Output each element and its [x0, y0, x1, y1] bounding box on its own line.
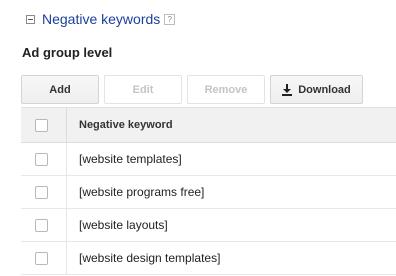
column-divider	[66, 242, 67, 274]
column-divider	[66, 176, 67, 208]
add-button[interactable]: Add	[21, 75, 99, 104]
edit-button-label: Edit	[132, 83, 154, 96]
row-checkbox[interactable]	[35, 219, 48, 232]
column-divider	[66, 143, 67, 175]
table-header-row: Negative keyword	[21, 107, 396, 143]
table-row: [website design templates]	[21, 242, 396, 275]
table-row: [website layouts]	[21, 209, 396, 242]
download-icon	[282, 83, 293, 96]
keyword-cell: [website programs free]	[79, 185, 205, 199]
keyword-cell: [website templates]	[79, 152, 182, 166]
download-button[interactable]: Download	[270, 75, 363, 104]
table-row: [website programs free]	[21, 176, 396, 209]
download-button-label: Download	[298, 83, 351, 96]
row-checkbox[interactable]	[35, 252, 48, 265]
column-header-negative-keyword[interactable]: Negative keyword	[79, 108, 173, 142]
row-checkbox[interactable]	[35, 186, 48, 199]
ad-group-level-heading: Ad group level	[22, 45, 113, 60]
remove-button-label: Remove	[204, 83, 248, 96]
select-all-checkbox[interactable]	[35, 119, 48, 132]
keyword-cell: [website layouts]	[79, 218, 168, 232]
keyword-cell: [website design templates]	[79, 251, 221, 265]
section-header: Negative keywords ?	[26, 10, 176, 28]
negative-keywords-panel: Negative keywords ? Ad group level Add E…	[0, 0, 396, 276]
edit-button[interactable]: Edit	[104, 75, 182, 104]
negative-keywords-table: Negative keyword [website templates] [we…	[21, 107, 396, 275]
help-icon[interactable]: ?	[164, 13, 176, 25]
collapse-icon[interactable]	[26, 14, 35, 24]
column-divider	[66, 108, 67, 142]
section-title-link[interactable]: Negative keywords	[42, 11, 160, 27]
table-row: [website templates]	[21, 143, 396, 176]
column-divider	[66, 209, 67, 241]
add-button-label: Add	[49, 83, 71, 96]
remove-button[interactable]: Remove	[187, 75, 265, 104]
row-checkbox[interactable]	[35, 153, 48, 166]
